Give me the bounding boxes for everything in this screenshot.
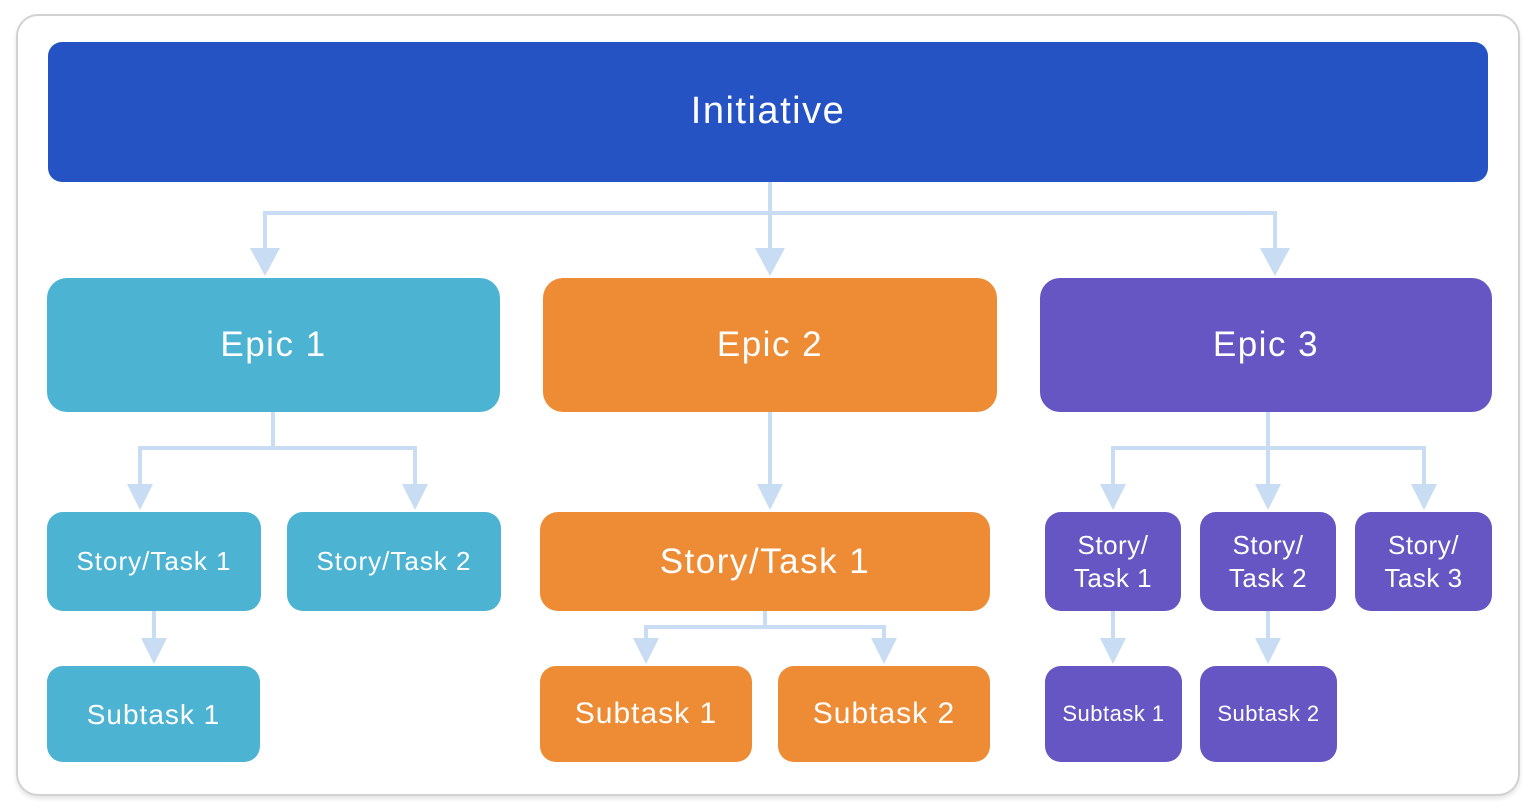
- node-epic3-subtask-2: Subtask 2: [1200, 666, 1337, 762]
- node-epic3-story-task-3: Story/Task 3: [1355, 512, 1492, 611]
- node-epic3-story-task-3-label: Story/Task 3: [1384, 529, 1462, 594]
- node-epic-1-label: Epic 1: [220, 323, 326, 367]
- node-epic1-story-task-1: Story/Task 1: [47, 512, 261, 611]
- node-epic1-subtask-1: Subtask 1: [47, 666, 260, 762]
- node-epic-3-label: Epic 3: [1213, 323, 1319, 367]
- node-epic3-story-task-1-label: Story/Task 1: [1074, 529, 1152, 594]
- node-epic3-story-task-1: Story/Task 1: [1045, 512, 1181, 611]
- node-epic3-subtask-1: Subtask 1: [1045, 666, 1182, 762]
- node-epic1-story-task-2: Story/Task 2: [287, 512, 501, 611]
- node-epic2-story-task-1: Story/Task 1: [540, 512, 990, 611]
- node-epic3-subtask-2-label: Subtask 2: [1217, 700, 1319, 728]
- node-epic1-story-task-1-label: Story/Task 1: [76, 545, 231, 578]
- node-epic3-story-task-2: Story/Task 2: [1200, 512, 1336, 611]
- node-epic-2-label: Epic 2: [717, 323, 823, 367]
- node-initiative-label: Initiative: [691, 88, 845, 136]
- node-epic3-story-task-2-label: Story/Task 2: [1229, 529, 1307, 594]
- node-initiative: Initiative: [48, 42, 1488, 182]
- node-epic2-subtask-1: Subtask 1: [540, 666, 752, 762]
- node-epic2-subtask-2: Subtask 2: [778, 666, 990, 762]
- node-epic-2: Epic 2: [543, 278, 997, 412]
- issue-hierarchy-diagram: Initiative Epic 1 Epic 2 Epic 3 Story/Ta…: [0, 0, 1536, 811]
- node-epic2-subtask-1-label: Subtask 1: [575, 695, 717, 733]
- node-epic1-story-task-2-label: Story/Task 2: [316, 545, 471, 578]
- node-epic-1: Epic 1: [47, 278, 500, 412]
- node-epic3-subtask-1-label: Subtask 1: [1062, 700, 1164, 728]
- node-epic1-subtask-1-label: Subtask 1: [87, 697, 221, 732]
- node-epic2-subtask-2-label: Subtask 2: [813, 695, 955, 733]
- node-epic-3: Epic 3: [1040, 278, 1492, 412]
- node-epic2-story-task-1-label: Story/Task 1: [660, 540, 871, 584]
